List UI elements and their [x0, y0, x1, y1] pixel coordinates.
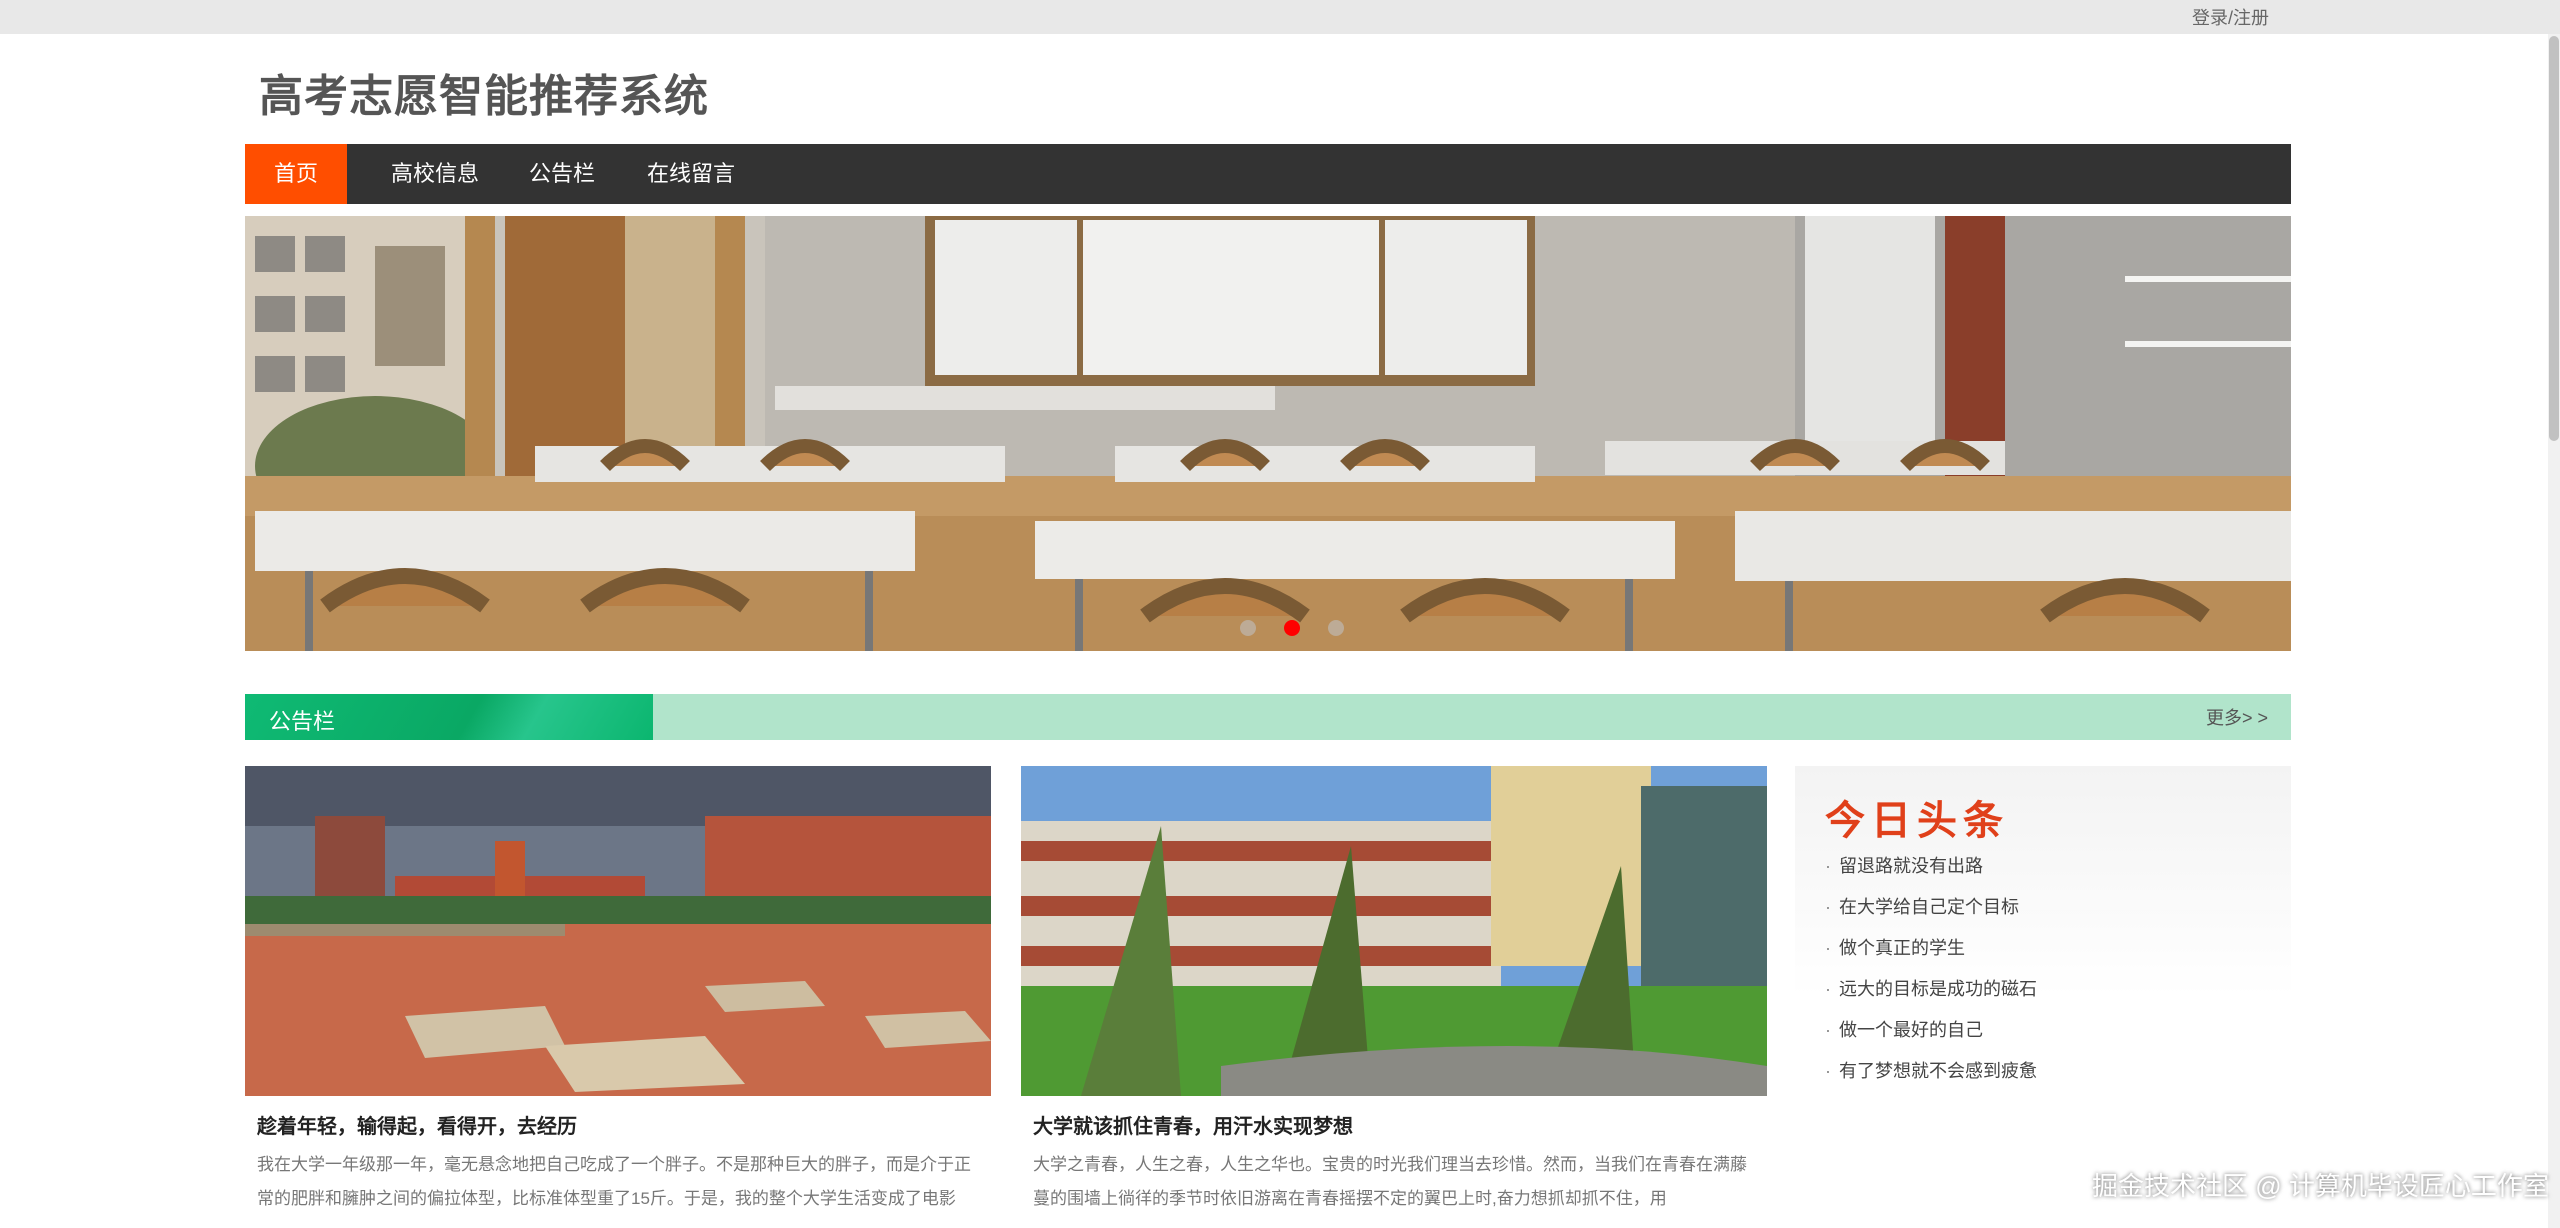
card-1-title[interactable]: 趁着年轻，输得起，看得开，去经历: [257, 1110, 577, 1139]
headlines-list: · 留退路就没有出路 · 在大学给自己定个目标 · 做个真正的学生 · 远大的目标是成功…: [1825, 852, 2037, 1096]
top-utility-bar: 登录/注册: [0, 0, 2560, 34]
notice-section-title: 公告栏: [269, 709, 336, 734]
nav-item-colleges[interactable]: 高校信息: [367, 144, 503, 204]
headline-item[interactable]: · 远大的目标是成功的磁石: [1825, 975, 2037, 1016]
login-register-link[interactable]: 登录/注册: [2192, 4, 2269, 30]
nav-item-home[interactable]: 首页: [245, 144, 347, 204]
bullet-icon: ·: [1825, 938, 1831, 958]
card-2-title[interactable]: 大学就该抓住青春，用汗水实现梦想: [1033, 1110, 1353, 1139]
headlines-panel: 今日头条 · 留退路就没有出路 · 在大学给自己定个目标 · 做个真正的学生 · 远大的…: [1795, 766, 2291, 1096]
bullet-icon: ·: [1825, 1020, 1831, 1040]
headline-item[interactable]: · 在大学给自己定个目标: [1825, 893, 2037, 934]
nav-item-notices[interactable]: 公告栏: [507, 144, 617, 204]
site-title: 高考志愿智能推荐系统: [259, 72, 709, 121]
card-2-image[interactable]: [1021, 766, 1767, 1096]
main-nav: 首页 高校信息 公告栏 在线留言: [245, 144, 2291, 204]
notice-section-tab: 公告栏: [245, 694, 653, 740]
scrollbar-thumb[interactable]: [2549, 36, 2559, 441]
bullet-icon: ·: [1825, 1061, 1831, 1081]
carousel-dot-3[interactable]: [1328, 620, 1344, 636]
banner-carousel[interactable]: [245, 216, 2291, 651]
headlines-title: 今日头条: [1825, 797, 2009, 844]
card-2-excerpt: 大学之青春，人生之春，人生之华也。宝贵的时光我们理当去珍惜。然而，当我们在青春在…: [1033, 1155, 1747, 1208]
headline-item[interactable]: · 做个真正的学生: [1825, 934, 2037, 975]
bullet-icon: ·: [1825, 979, 1831, 999]
headline-item[interactable]: · 做一个最好的自己: [1825, 1016, 2037, 1057]
bullet-icon: ·: [1825, 856, 1831, 876]
nav-item-messages[interactable]: 在线留言: [627, 144, 755, 204]
carousel-dot-1[interactable]: [1240, 620, 1256, 636]
watermark: 掘金技术社区 @ 计算机毕设匠心工作室: [2092, 1171, 2549, 1201]
more-link[interactable]: 更多> >: [2206, 704, 2268, 730]
headline-item[interactable]: · 有了梦想就不会感到疲惫: [1825, 1057, 2037, 1096]
campus-plaza-image: [245, 766, 991, 1096]
headline-item[interactable]: · 留退路就没有出路: [1825, 852, 2037, 893]
classroom-banner-image: [245, 216, 2291, 651]
carousel-dot-2[interactable]: [1284, 620, 1300, 636]
bullet-icon: ·: [1825, 897, 1831, 917]
campus-garden-image: [1021, 766, 1767, 1096]
card-1-image[interactable]: [245, 766, 991, 1096]
card-1-excerpt: 我在大学一年级那一年，毫无悬念地把自己吃成了一个胖子。不是那种巨大的胖子，而是介…: [257, 1155, 971, 1208]
